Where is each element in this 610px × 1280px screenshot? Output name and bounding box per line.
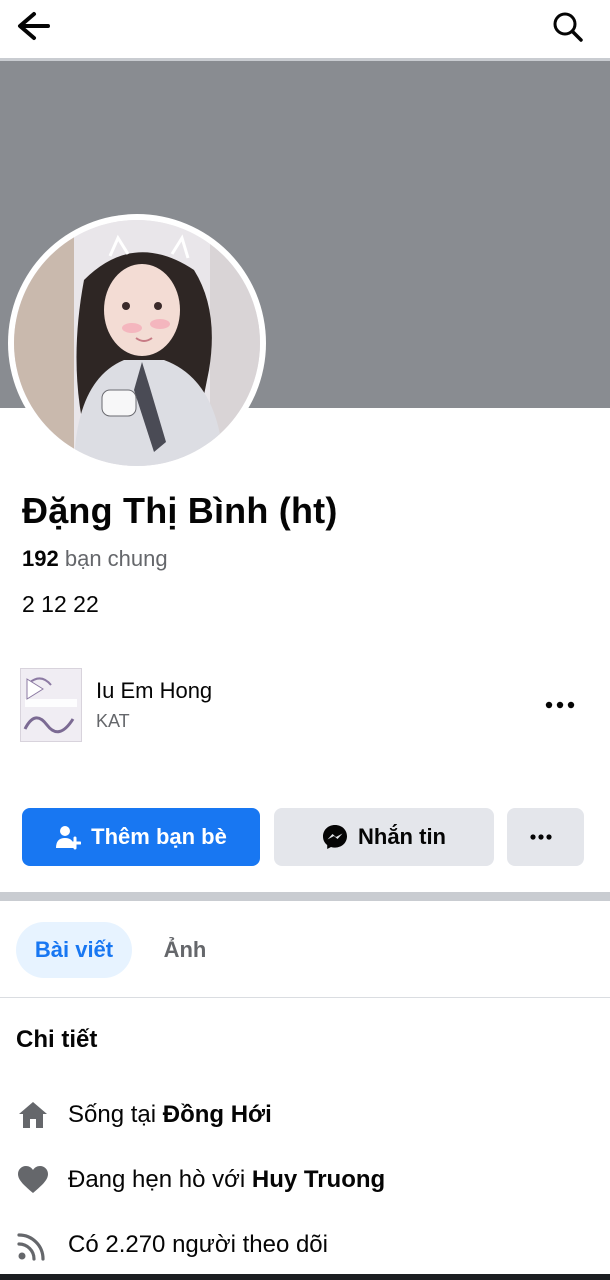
- lives-in-place[interactable]: Đồng Hới: [163, 1101, 272, 1128]
- song-title: Iu Em Hong: [96, 678, 213, 703]
- relationship-prefix: Đang hẹn hò với: [68, 1166, 252, 1193]
- add-friend-icon: [56, 826, 82, 850]
- bottom-edge: [0, 1274, 610, 1280]
- avatar: [14, 220, 260, 466]
- lives-in-prefix: Sống tại: [68, 1101, 163, 1128]
- home-icon: [19, 1102, 47, 1128]
- details-heading: Chi tiết: [16, 1026, 98, 1053]
- top-bar: [0, 0, 610, 58]
- more-options-button[interactable]: [507, 808, 584, 866]
- mutual-friends-count: 192: [22, 546, 59, 571]
- album-cover: [21, 669, 81, 741]
- profile-name: Đặng Thị Bình (ht): [22, 490, 338, 531]
- messenger-icon: [323, 825, 347, 849]
- profile-music[interactable]: Iu Em Hong KAT: [20, 668, 590, 742]
- detail-followers: Có 2.270 người theo dõi: [16, 1225, 596, 1265]
- album-art: [20, 668, 82, 742]
- add-friend-label: Thêm bạn bè: [91, 824, 227, 849]
- bio: 2 12 22: [22, 591, 99, 617]
- more-dots-icon: [545, 701, 575, 709]
- relationship-partner[interactable]: Huy Truong: [252, 1166, 385, 1193]
- rss-icon: [17, 1233, 45, 1261]
- search-icon: [553, 12, 583, 42]
- avatar-photo: [14, 220, 260, 466]
- search-button[interactable]: [548, 8, 588, 48]
- tab-posts[interactable]: Bài viết: [16, 922, 132, 978]
- back-button[interactable]: [14, 8, 54, 48]
- more-dots-icon: [529, 834, 552, 840]
- mutual-friends[interactable]: 192 bạn chung: [22, 546, 168, 572]
- mutual-friends-label: bạn chung: [64, 546, 168, 571]
- arrow-left-icon: [18, 12, 50, 40]
- detail-lives-in: Sống tại Đồng Hới: [16, 1095, 596, 1135]
- profile-picture[interactable]: [8, 214, 266, 472]
- detail-relationship: Đang hẹn hò với Huy Truong: [16, 1160, 596, 1200]
- music-more-button[interactable]: [544, 690, 576, 720]
- section-divider: [0, 892, 610, 901]
- tab-photos[interactable]: Ảnh: [150, 922, 220, 978]
- message-button[interactable]: Nhắn tin: [274, 808, 494, 866]
- song-artist: KAT: [96, 711, 130, 731]
- lives-in-text: Sống tại Đồng Hới: [68, 1101, 272, 1129]
- add-friend-button[interactable]: Thêm bạn bè: [22, 808, 260, 866]
- heart-icon: [18, 1166, 48, 1193]
- relationship-text: Đang hẹn hò với Huy Truong: [68, 1166, 385, 1194]
- tabs-divider: [0, 997, 610, 998]
- followers-text[interactable]: Có 2.270 người theo dõi: [68, 1231, 328, 1259]
- message-label: Nhắn tin: [358, 824, 446, 849]
